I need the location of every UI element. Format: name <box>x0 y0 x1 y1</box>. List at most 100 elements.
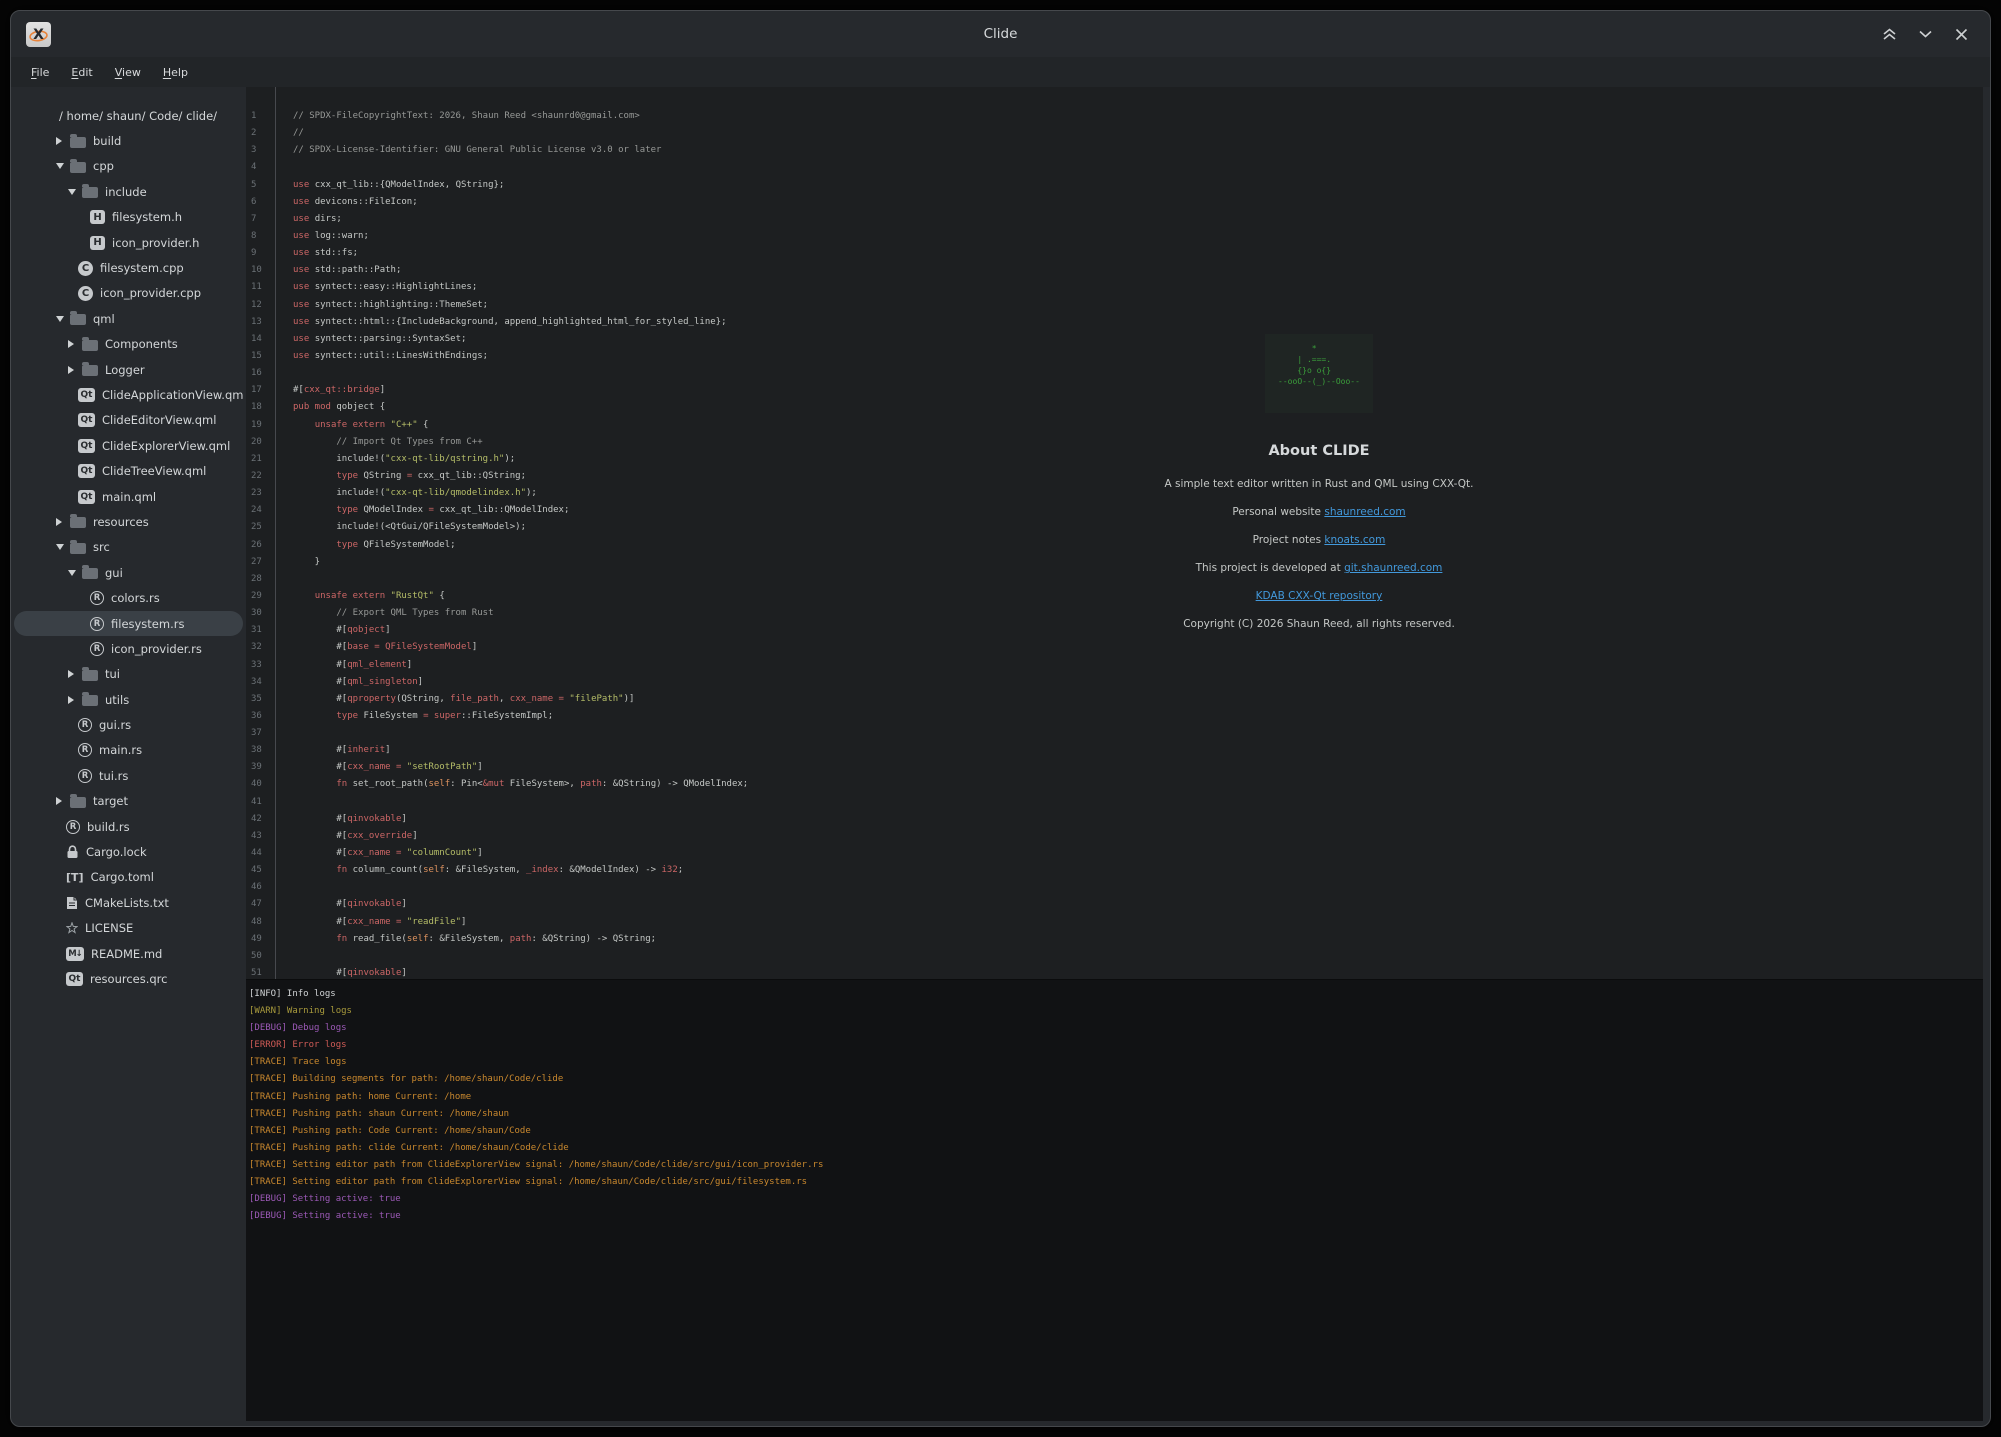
code-line[interactable]: 38 #[inherit] <box>246 742 1983 759</box>
code-line[interactable]: 44 #[cxx_name = "columnCount"] <box>246 845 1983 862</box>
code-line[interactable]: 43 #[cxx_override] <box>246 828 1983 845</box>
code-line[interactable]: 10use std::path::Path; <box>246 262 1983 279</box>
tree-item-cargo-toml[interactable]: [T]Cargo.toml <box>14 865 243 890</box>
tree-item-icon-provider-h[interactable]: Hicon_provider.h <box>14 230 243 255</box>
tree-item-src[interactable]: src <box>14 535 243 560</box>
about-link[interactable]: git.shaunreed.com <box>1344 562 1442 574</box>
code-line[interactable]: 1// SPDX-FileCopyrightText: 2026, Shaun … <box>246 108 1983 125</box>
tree-item-readme-md[interactable]: M↓README.md <box>14 941 243 966</box>
chevron-collapsed-icon[interactable] <box>56 518 70 526</box>
code-line[interactable]: 33 #[qml_element] <box>246 657 1983 674</box>
code-line[interactable]: 7use dirs; <box>246 211 1983 228</box>
code-editor[interactable]: 1// SPDX-FileCopyrightText: 2026, Shaun … <box>246 87 1983 979</box>
tree-item-filesystem-h[interactable]: Hfilesystem.h <box>14 205 243 230</box>
tree-item-icon-provider-cpp[interactable]: Cicon_provider.cpp <box>14 281 243 306</box>
about-link[interactable]: knoats.com <box>1324 534 1385 546</box>
chevron-expanded-icon[interactable] <box>68 189 82 195</box>
shade-button[interactable] <box>1878 23 1900 45</box>
about-link[interactable]: shaunreed.com <box>1324 506 1405 518</box>
code-line[interactable]: 6use devicons::FileIcon; <box>246 194 1983 211</box>
tree-item-clideeditorview-qml[interactable]: QtClideEditorView.qml <box>14 408 243 433</box>
tree-item-cargo-lock[interactable]: Cargo.lock <box>14 839 243 864</box>
chevron-collapsed-icon[interactable] <box>56 797 70 805</box>
log-output-panel[interactable]: [INFO] Info logs[WARN] Warning logs[DEBU… <box>246 979 1983 1421</box>
tree-item-main-rs[interactable]: Rmain.rs <box>14 738 243 763</box>
chevron-expanded-icon[interactable] <box>56 316 70 322</box>
code-line[interactable]: 42 #[qinvokable] <box>246 811 1983 828</box>
code-line[interactable]: 45 fn column_count(self: &FileSystem, _i… <box>246 862 1983 879</box>
tree-item-label: ClideTreeView.qml <box>102 464 206 478</box>
code-line[interactable]: 36 type FileSystem = super::FileSystemIm… <box>246 708 1983 725</box>
tree-item-components[interactable]: Components <box>14 332 243 357</box>
tree-item-gui[interactable]: gui <box>14 560 243 585</box>
chevron-expanded-icon[interactable] <box>56 163 70 169</box>
code-line[interactable]: 11use syntect::easy::HighlightLines; <box>246 279 1983 296</box>
code-line[interactable]: 50 <box>246 948 1983 965</box>
tree-item-colors-rs[interactable]: Rcolors.rs <box>14 585 243 610</box>
tree-item-cmakelists-txt[interactable]: CMakeLists.txt <box>14 890 243 915</box>
menu-item-edit[interactable]: Edit <box>62 62 101 83</box>
tree-item-resources[interactable]: resources <box>14 509 243 534</box>
tree-item-main-qml[interactable]: Qtmain.qml <box>14 484 243 509</box>
code-line[interactable]: 47 #[qinvokable] <box>246 896 1983 913</box>
chevron-collapsed-icon[interactable] <box>68 670 82 678</box>
tree-item-filesystem-rs[interactable]: Rfilesystem.rs <box>14 611 243 636</box>
line-number: 12 <box>246 297 275 314</box>
tree-item-filesystem-cpp[interactable]: Cfilesystem.cpp <box>14 255 243 280</box>
tree-item-utils[interactable]: utils <box>14 687 243 712</box>
lock-icon <box>66 845 79 859</box>
menu-item-help[interactable]: Help <box>154 62 197 83</box>
tree-item-build-rs[interactable]: Rbuild.rs <box>14 814 243 839</box>
close-button[interactable] <box>1950 23 1972 45</box>
code-text <box>275 571 293 588</box>
code-line[interactable]: 34 #[qml_singleton] <box>246 674 1983 691</box>
code-line[interactable]: 3// SPDX-License-Identifier: GNU General… <box>246 142 1983 159</box>
tree-item-target[interactable]: target <box>14 789 243 814</box>
code-line[interactable]: 35 #[qproperty(QString, file_path, cxx_n… <box>246 691 1983 708</box>
code-line[interactable]: 8use log::warn; <box>246 228 1983 245</box>
chevron-collapsed-icon[interactable] <box>68 366 82 374</box>
code-line[interactable]: 46 <box>246 879 1983 896</box>
code-line[interactable]: 13use syntect::html::{IncludeBackground,… <box>246 314 1983 331</box>
tree-item-clideexplorerview-qml[interactable]: QtClideExplorerView.qml <box>14 433 243 458</box>
main-pane: 1// SPDX-FileCopyrightText: 2026, Shaun … <box>246 87 1990 1427</box>
chevron-expanded-icon[interactable] <box>56 544 70 550</box>
code-line[interactable]: 48 #[cxx_name = "readFile"] <box>246 914 1983 931</box>
tree-item-build[interactable]: build <box>14 128 243 153</box>
tree-item-tui-rs[interactable]: Rtui.rs <box>14 763 243 788</box>
code-line[interactable]: 39 #[cxx_name = "setRootPath"] <box>246 759 1983 776</box>
tree-item-tui[interactable]: tui <box>14 662 243 687</box>
code-line[interactable]: 5use cxx_qt_lib::{QModelIndex, QString}; <box>246 177 1983 194</box>
code-line[interactable]: 40 fn set_root_path(self: Pin<&mut FileS… <box>246 776 1983 793</box>
code-line[interactable]: 37 <box>246 725 1983 742</box>
code-line[interactable]: 12use syntect::highlighting::ThemeSet; <box>246 297 1983 314</box>
tree-item-qml[interactable]: qml <box>14 306 243 331</box>
line-number: 43 <box>246 828 275 845</box>
tree-item-resources-qrc[interactable]: Qtresources.qrc <box>14 966 243 991</box>
tree-item-cpp[interactable]: cpp <box>14 154 243 179</box>
code-line[interactable]: 2// <box>246 125 1983 142</box>
menu-item-view[interactable]: View <box>106 62 150 83</box>
code-line[interactable]: 4 <box>246 159 1983 176</box>
code-line[interactable]: 51 #[qinvokable] <box>246 965 1983 979</box>
code-line[interactable]: 9use std::fs; <box>246 245 1983 262</box>
about-link[interactable]: KDAB CXX-Qt repository <box>1256 590 1383 602</box>
minimize-button[interactable] <box>1914 23 1936 45</box>
line-number: 18 <box>246 399 275 416</box>
tree-item-clideapplicationview-qml[interactable]: QtClideApplicationView.qml <box>14 382 243 407</box>
code-line[interactable]: 41 <box>246 794 1983 811</box>
tree-item-clidetreeview-qml[interactable]: QtClideTreeView.qml <box>14 458 243 483</box>
about-paragraph: A simple text editor written in Rust and… <box>1164 478 1473 490</box>
menu-item-file[interactable]: File <box>22 62 58 83</box>
tree-item-logger[interactable]: Logger <box>14 357 243 382</box>
tree-item-icon-provider-rs[interactable]: Ricon_provider.rs <box>14 636 243 661</box>
chevron-collapsed-icon[interactable] <box>56 137 70 145</box>
chevron-expanded-icon[interactable] <box>68 570 82 576</box>
tree-item-license[interactable]: LICENSE <box>14 916 243 941</box>
code-line[interactable]: 49 fn read_file(self: &FileSystem, path:… <box>246 931 1983 948</box>
chevron-collapsed-icon[interactable] <box>68 340 82 348</box>
tree-item-include[interactable]: include <box>14 179 243 204</box>
tree-root-path[interactable]: / home/ shaun/ Code/ clide/ <box>14 103 243 128</box>
tree-item-gui-rs[interactable]: Rgui.rs <box>14 712 243 737</box>
chevron-collapsed-icon[interactable] <box>68 696 82 704</box>
